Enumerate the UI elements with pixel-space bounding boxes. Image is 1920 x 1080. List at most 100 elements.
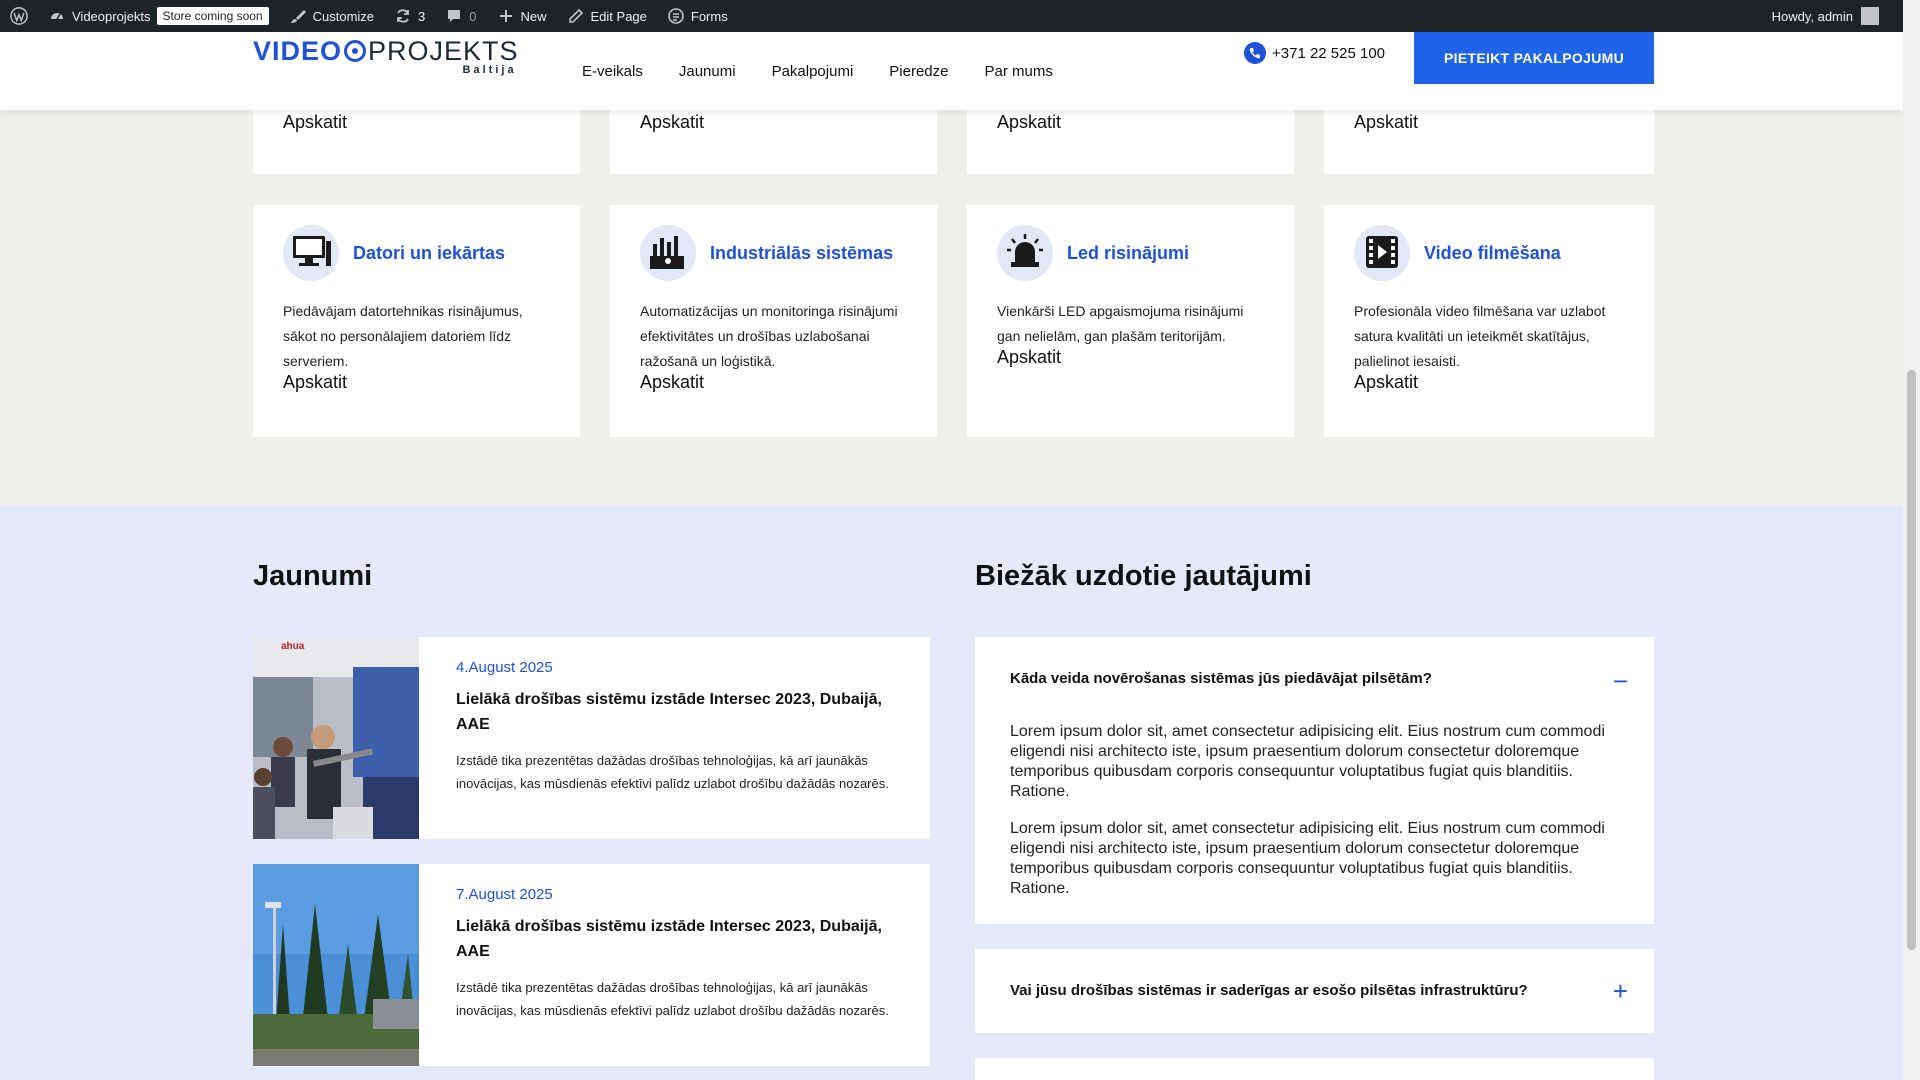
- logo-wordmark: VIDEO PROJEKTS: [253, 36, 519, 66]
- view-link[interactable]: Apskatit: [640, 372, 704, 393]
- news-item[interactable]: 7.August 2025 Lielākā drošības sistēmu i…: [253, 864, 930, 1066]
- edit-page-link[interactable]: Edit Page: [557, 0, 657, 32]
- view-link[interactable]: Apskatit: [1354, 112, 1418, 133]
- faq-question[interactable]: Kāda veida novērošanas sistēmas jūs pied…: [1010, 670, 1432, 687]
- view-link[interactable]: Apskatit: [283, 112, 347, 133]
- service-card-header[interactable]: Video filmēšana: [1354, 225, 1561, 281]
- news-excerpt: Izstādē tika prezentētas dažādas drošība…: [456, 753, 889, 791]
- account-menu[interactable]: Howdy, admin: [1772, 7, 1903, 25]
- brush-icon: [289, 7, 307, 25]
- thumbnail-brand-text: ahua: [281, 641, 305, 652]
- comments-link[interactable]: 0: [435, 0, 486, 32]
- phone-number: +371 22 525 100: [1272, 44, 1386, 62]
- service-card-industrialas: Industriālās sistēmas Automatizācijas un…: [610, 205, 937, 437]
- service-card-video: Video filmēšana Profesionāla video filmē…: [1324, 205, 1654, 437]
- service-card: Apskatit: [253, 110, 580, 174]
- forms-label: Forms: [690, 8, 728, 24]
- updates-link[interactable]: 3: [384, 0, 435, 32]
- store-status-badge: Store coming soon: [156, 7, 269, 25]
- news-section-title: Jaunumi: [253, 560, 373, 592]
- customize-link[interactable]: Customize: [279, 0, 384, 32]
- service-card-led: Led risinājumi Vienkārši LED apgaismojum…: [967, 205, 1294, 437]
- new-label: New: [520, 8, 547, 24]
- video-icon: [1354, 225, 1410, 281]
- wordpress-icon: [10, 7, 28, 25]
- service-card: Apskatit: [1324, 110, 1654, 174]
- site-name: Videoprojekts: [72, 8, 151, 24]
- lamp-icon: [997, 225, 1053, 281]
- service-card-header[interactable]: Industriālās sistēmas: [640, 225, 893, 281]
- collapse-icon[interactable]: −: [1613, 668, 1628, 694]
- pencil-icon: [567, 7, 585, 25]
- news-faq-section: Jaunumi Biežāk uzdotie jautājumi ahua 4.…: [0, 506, 1903, 1080]
- howdy-label: Howdy, admin: [1771, 8, 1853, 24]
- view-link[interactable]: Apskatit: [283, 372, 347, 393]
- service-card-datori: Datori un iekārtas Piedāvājam datortehni…: [253, 205, 580, 437]
- request-service-button[interactable]: PIETEIKT PAKALPOJUMU: [1414, 32, 1654, 84]
- news-date: 4.August 2025: [456, 659, 553, 676]
- news-item[interactable]: ahua 4.August 2025 Lielākā drošības sist…: [253, 637, 930, 839]
- admin-bar: Videoprojekts Store coming soon Customiz…: [0, 0, 1903, 32]
- service-card-header[interactable]: Led risinājumi: [997, 225, 1189, 281]
- faq-item-expanded: Kāda veida novērošanas sistēmas jūs pied…: [975, 637, 1654, 924]
- nav-item-pieredze[interactable]: Pieredze: [889, 63, 948, 80]
- site-logo[interactable]: VIDEO PROJEKTS Baltija: [253, 36, 519, 76]
- expand-icon[interactable]: +: [1613, 978, 1628, 1004]
- service-description: Piedāvājam datortehnikas risinājumus, sā…: [283, 303, 523, 369]
- view-link[interactable]: Apskatit: [640, 112, 704, 133]
- faq-item[interactable]: Vai jūsu drošības sistēmas ir saderīgas …: [975, 949, 1654, 1033]
- view-link[interactable]: Apskatit: [1354, 372, 1418, 393]
- forms-link[interactable]: Forms: [657, 0, 738, 32]
- dashboard-icon: [48, 7, 66, 25]
- service-title: Video filmēšana: [1424, 242, 1561, 263]
- service-title: Datori un iekārtas: [353, 242, 506, 263]
- faq-section-title: Biežāk uzdotie jautājumi: [975, 560, 1312, 592]
- service-description: Automatizācijas un monitoringa risinājum…: [640, 303, 898, 369]
- nav-item-pakalpojumi[interactable]: Pakalpojumi: [772, 63, 854, 80]
- customize-label: Customize: [312, 8, 375, 24]
- service-title: Led risinājumi: [1067, 242, 1190, 263]
- service-description: Profesionāla video filmēšana var uzlabot…: [1354, 303, 1606, 369]
- phone-icon: [1244, 42, 1266, 64]
- nav-item-par-mums[interactable]: Par mums: [984, 63, 1052, 80]
- updates-icon: [394, 7, 412, 25]
- computer-icon: [283, 225, 339, 281]
- forms-icon: [667, 7, 685, 25]
- service-card: Apskatit: [967, 110, 1294, 174]
- news-date: 7.August 2025: [456, 886, 553, 903]
- logo-projekts: PROJEKTS: [368, 36, 519, 66]
- logo-video: VIDEO: [253, 36, 343, 66]
- faq-answer-paragraph: Lorem ipsum dolor sit, amet consectetur …: [1010, 723, 1605, 800]
- site-header: VIDEO PROJEKTS Baltija E-veikals Jaunumi…: [0, 32, 1903, 110]
- news-title[interactable]: Lielākā drošības sistēmu izstāde Interse…: [456, 914, 896, 964]
- page-scrollbar[interactable]: [1903, 0, 1920, 1080]
- site-name-link[interactable]: Videoprojekts Store coming soon: [38, 0, 279, 32]
- news-thumbnail[interactable]: ahua: [253, 637, 419, 839]
- updates-count: 3: [418, 8, 426, 24]
- news-thumbnail[interactable]: [253, 864, 419, 1066]
- logo-lens-icon: [344, 40, 367, 62]
- view-link[interactable]: Apskatit: [997, 112, 1061, 133]
- factory-icon: [640, 225, 696, 281]
- edit-page-label: Edit Page: [590, 8, 647, 24]
- new-content-link[interactable]: New: [487, 0, 557, 32]
- faq-item[interactable]: [975, 1058, 1654, 1080]
- nav-item-e-veikals[interactable]: E-veikals: [582, 63, 643, 80]
- news-excerpt: Izstādē tika prezentētas dažādas drošība…: [456, 980, 889, 1018]
- comments-count: 0: [469, 8, 477, 24]
- wordpress-logo-button[interactable]: [0, 0, 38, 32]
- nav-item-jaunumi[interactable]: Jaunumi: [679, 63, 736, 80]
- view-link[interactable]: Apskatit: [997, 347, 1061, 368]
- phone-link[interactable]: +371 22 525 100: [1244, 42, 1385, 64]
- comment-icon: [445, 7, 463, 25]
- news-title[interactable]: Lielākā drošības sistēmu izstāde Interse…: [456, 687, 896, 737]
- service-card-header[interactable]: Datori un iekārtas: [283, 225, 505, 281]
- scrollbar-thumb[interactable]: [1907, 370, 1916, 950]
- faq-question[interactable]: Vai jūsu drošības sistēmas ir saderīgas …: [1010, 982, 1528, 999]
- service-description: Vienkārši LED apgaismojuma risinājumi ga…: [997, 303, 1244, 344]
- service-card: Apskatit: [610, 110, 937, 174]
- plus-icon: [497, 7, 515, 25]
- main-nav: E-veikals Jaunumi Pakalpojumi Pieredze P…: [582, 32, 1053, 110]
- avatar: [1861, 7, 1879, 25]
- service-title: Industriālās sistēmas: [710, 242, 894, 263]
